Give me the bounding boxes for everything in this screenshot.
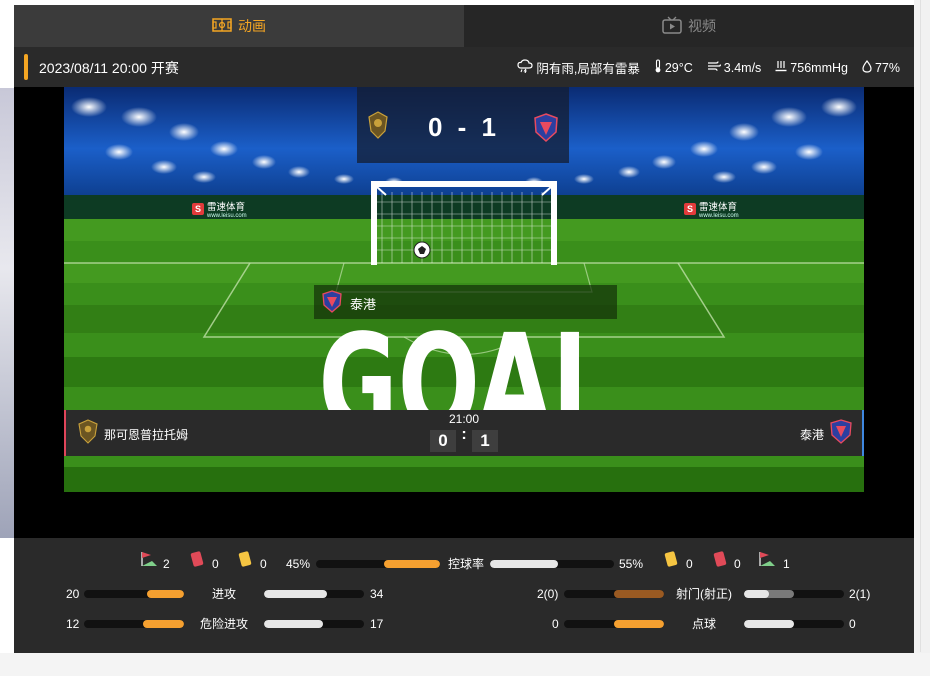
stage-letterbox [14,492,914,538]
away-dangerous-attacks: 17 [370,617,384,631]
away-attacks-fill [264,590,327,598]
away-penalties: 0 [849,617,856,631]
overlay-scoreboard: 0 - 1 [357,87,569,163]
home-team-crest-icon [78,419,98,450]
away-team-name: 泰港 [799,428,824,442]
home-yellow-cards: 0 [260,557,267,571]
pressure: 756mmHg [790,60,848,75]
home-penalties-bar [564,620,664,628]
red-card-icon [190,550,204,568]
sponsor-board-right: S 雷速体育 www.leisu.com [684,199,739,219]
penalties-label: 点球 [691,617,716,631]
yellow-card-icon [238,550,252,568]
away-dangerous-attacks-fill [264,620,323,628]
home-corners: 2 [163,557,170,571]
away-possession-bar [490,560,614,568]
overlay-score: 0 - 1 [427,112,501,142]
away-score: 1 [472,430,498,452]
away-yellow-cards: 0 [686,557,693,571]
shots-label: 射门(射正) [676,587,732,601]
humidity: 77% [874,60,900,75]
accent-marker [24,54,28,80]
home-team-crest-icon [367,111,389,146]
away-possession-fill [490,560,558,568]
video-icon [662,16,682,37]
attacks-label: 进攻 [211,587,236,601]
page-scrollbar-area [914,0,930,676]
home-possession-bar [316,560,440,568]
sponsor-board-left: S 雷速体育 www.leisu.com [192,199,247,219]
match-score-bar: 那可恩普拉托姆 21:00 0 : 1 泰港 [64,410,864,456]
sponsor-logo-icon: S [684,203,696,215]
home-red-cards: 0 [212,557,219,571]
pressure-icon [775,60,787,75]
wind-icon [707,60,721,75]
away-penalties-fill [744,620,794,628]
home-color-line [64,410,66,456]
match-clock: 21:00 [448,412,480,426]
home-shots-fill [614,590,664,598]
pitch-icon [212,17,232,35]
possession-label: 控球率 [447,557,484,571]
home-possession-fill [384,560,440,568]
dangerous-attacks-label: 危险进攻 [199,617,248,631]
temperature: 29°C [664,60,693,75]
tab-animation[interactable]: 动画 [14,5,464,47]
away-dangerous-attacks-bar [264,620,364,628]
home-score: 0 [430,430,456,452]
away-attacks: 34 [370,587,384,601]
away-shots-bar [744,590,844,598]
goal-team-name: 泰港 [350,297,377,312]
away-shots-on-target-fill [744,590,769,598]
home-attacks-fill [147,590,184,598]
rain-thunder-icon [517,59,533,76]
goal-team-banner: 泰港 [314,285,617,319]
away-attacks-bar [264,590,364,598]
away-shots: 2(1) [849,587,871,601]
home-attacks-bar [84,590,184,598]
home-dangerous-attacks-bar [84,620,184,628]
corner-flag-icon [140,551,158,572]
match-live-widget: 动画 视频 2023/08/11 20:00 开赛 阴有雨,局部有雷暴 29°C… [14,5,914,653]
weather-condition: 阴有雨,局部有雷暴 [536,62,640,76]
page-bottom-area [0,653,930,676]
away-possession: 55% [619,557,644,571]
wind-speed: 3.4m/s [723,60,762,75]
away-corners: 1 [783,557,790,571]
match-stats-panel: 2 0 0 45% 控球率 55% 0 0 1 20 进攻 34 2(0) 射门… [14,538,914,653]
view-tabs: 动画 视频 [14,5,914,47]
thermometer-icon [654,59,662,76]
tab-video[interactable]: 视频 [464,5,914,47]
tab-animation-label: 动画 [238,18,266,34]
home-attacks: 20 [66,587,80,601]
weather-info: 阴有雨,局部有雷暴 29°C 3.4m/s 756mmHg 77% [517,58,900,77]
home-penalties: 0 [552,617,559,631]
home-penalties-fill [614,620,664,628]
away-penalties-bar [744,620,844,628]
sponsor-logo-icon: S [192,203,204,215]
home-shots: 2(0) [537,587,559,601]
background-page-strip [0,88,14,538]
yellow-card-icon [664,550,678,568]
red-card-icon [713,550,727,568]
humidity-icon [862,59,872,76]
home-possession: 45% [286,557,311,571]
home-shots-bar [564,590,664,598]
away-team-crest-icon [533,113,559,148]
home-team-name: 那可恩普拉托姆 [104,428,189,442]
tab-video-label: 视频 [688,18,716,34]
match-info-bar: 2023/08/11 20:00 开赛 阴有雨,局部有雷暴 29°C 3.4m/… [14,47,914,87]
match-datetime: 2023/08/11 20:00 开赛 [39,60,179,76]
away-team-crest-icon [830,419,852,450]
home-dangerous-attacks-fill [143,620,184,628]
corner-flag-icon [758,551,776,572]
away-team-crest-icon [322,290,342,319]
away-color-line [862,410,864,456]
home-dangerous-attacks: 12 [66,617,80,631]
away-red-cards: 0 [734,557,741,571]
score-separator: : [461,426,467,443]
